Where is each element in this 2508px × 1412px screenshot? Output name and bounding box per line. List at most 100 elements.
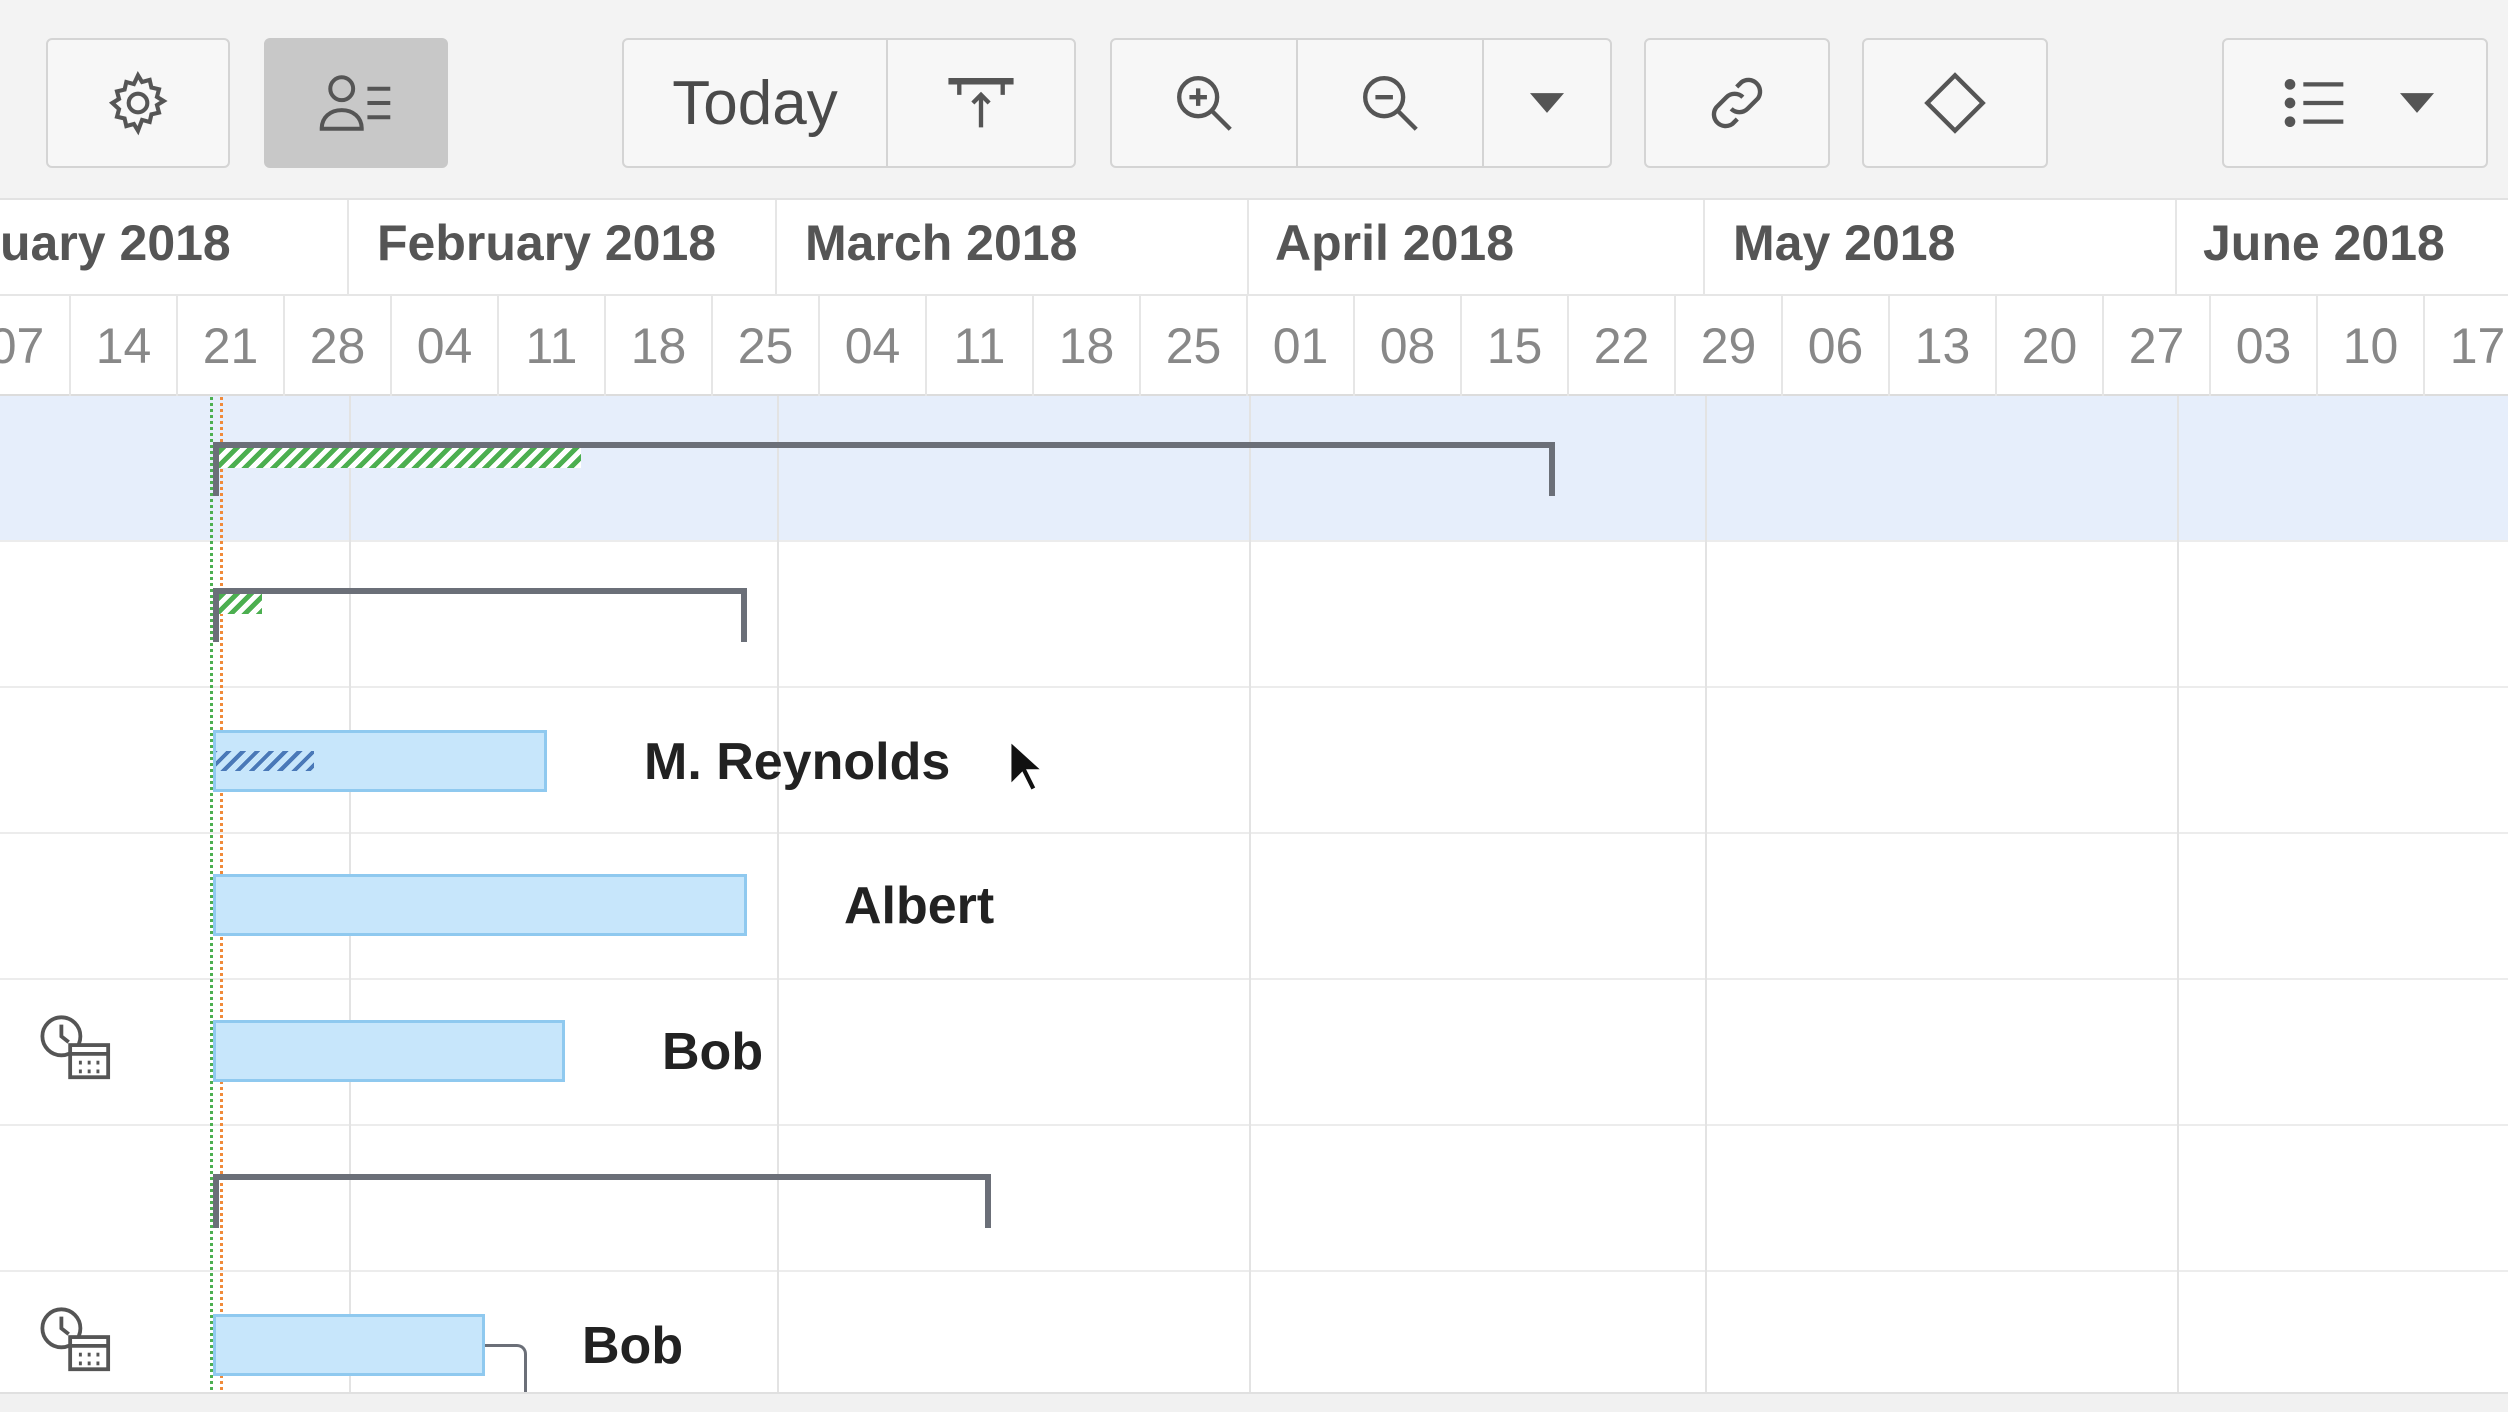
zoom-out-button[interactable] [1298, 40, 1484, 166]
week-cell: 08 [1355, 296, 1462, 396]
week-cell: 17 [2425, 296, 2508, 396]
month-cell: March 2018 [777, 200, 1249, 296]
zoom-in-button[interactable] [1112, 40, 1298, 166]
month-cell: February 2018 [349, 200, 777, 296]
week-label: 03 [2235, 318, 2292, 374]
horizontal-scrollbar[interactable] [0, 1392, 2508, 1412]
week-cell: 01 [1248, 296, 1355, 396]
week-label: 11 [525, 318, 578, 374]
week-label: 06 [1807, 318, 1864, 374]
week-cell: 06 [1783, 296, 1890, 396]
week-label: 18 [1058, 318, 1115, 374]
week-cell: 25 [713, 296, 820, 396]
today-button[interactable]: Today [624, 40, 888, 166]
week-label: 15 [1486, 318, 1543, 374]
month-scale: uary 2018 February 2018 March 2018 April… [0, 200, 2508, 296]
month-label: June 2018 [2203, 215, 2445, 271]
week-cell: 18 [606, 296, 713, 396]
month-cell: uary 2018 [0, 200, 349, 296]
week-cell: 11 [499, 296, 606, 396]
task-bar[interactable] [213, 1020, 565, 1082]
task-progress [216, 733, 314, 789]
week-cell: 13 [1890, 296, 1997, 396]
week-cell: 21 [178, 296, 285, 396]
gantt-chart-area: M. Reynolds Albert Bob Bob [0, 396, 2508, 1392]
week-cell: 25 [1141, 296, 1248, 396]
week-label: 20 [2021, 318, 2078, 374]
week-cell: 29 [1676, 296, 1783, 396]
clock-calendar-icon [38, 1304, 114, 1381]
week-cell: 14 [71, 296, 178, 396]
timeline-header: uary 2018 February 2018 March 2018 April… [0, 200, 2508, 396]
month-label: May 2018 [1733, 215, 1956, 271]
mouse-cursor-icon [1007, 738, 1046, 799]
week-label: 07 [0, 318, 45, 374]
dependency-link[interactable] [485, 1344, 527, 1392]
user-list-icon [316, 68, 396, 138]
week-cell: 04 [392, 296, 499, 396]
task-bar[interactable] [213, 874, 747, 936]
week-label: 28 [309, 318, 366, 374]
week-cell: 10 [2318, 296, 2425, 396]
caret-down-icon [1530, 93, 1564, 113]
month-cell: May 2018 [1705, 200, 2177, 296]
week-label: 11 [953, 318, 1006, 374]
week-label: 17 [2449, 318, 2506, 374]
week-cell: 03 [2211, 296, 2318, 396]
week-label: 21 [202, 318, 259, 374]
month-label: uary 2018 [0, 215, 231, 271]
month-gridline [1249, 396, 1251, 1392]
week-cell: 28 [285, 296, 392, 396]
list-icon [2282, 75, 2346, 131]
month-cell: June 2018 [2177, 200, 2508, 296]
list-options-button[interactable] [2222, 38, 2488, 168]
week-cell: 20 [1997, 296, 2104, 396]
zoom-dropdown-button[interactable] [1484, 40, 1610, 166]
week-label: 04 [416, 318, 473, 374]
scroll-to-task-button[interactable] [888, 40, 1074, 166]
week-cell: 27 [2104, 296, 2211, 396]
link-icon [1702, 68, 1772, 138]
diamond-icon [1920, 68, 1990, 138]
week-label: 29 [1700, 318, 1757, 374]
scroll-to-task-icon [943, 73, 1019, 133]
week-label: 04 [844, 318, 901, 374]
gear-icon [103, 68, 173, 138]
gantt-toolbar: Today [0, 0, 2508, 200]
today-label: Today [672, 68, 838, 138]
summary-progress [219, 594, 262, 614]
week-label: 14 [95, 318, 152, 374]
link-tasks-button[interactable] [1644, 38, 1830, 168]
month-label: March 2018 [805, 215, 1078, 271]
week-label: 18 [630, 318, 687, 374]
today-button-group: Today [622, 38, 1076, 168]
week-label: 25 [737, 318, 794, 374]
month-cell: April 2018 [1249, 200, 1705, 296]
month-label: February 2018 [377, 215, 717, 271]
zoom-out-icon [1355, 68, 1425, 138]
task-bar[interactable] [213, 730, 547, 792]
month-label: April 2018 [1275, 215, 1515, 271]
week-cell: 07 [0, 296, 71, 396]
task-assignee-label: Bob [662, 1023, 764, 1081]
add-milestone-button[interactable] [1862, 38, 2048, 168]
week-label: 25 [1165, 318, 1222, 374]
summary-task-bar[interactable] [213, 1174, 991, 1228]
week-cell: 15 [1462, 296, 1569, 396]
month-gridline [1705, 396, 1707, 1392]
caret-down-icon [2400, 93, 2434, 113]
week-label: 27 [2128, 318, 2185, 374]
zoom-button-group [1110, 38, 1612, 168]
week-cell: 04 [820, 296, 927, 396]
resource-view-button[interactable] [264, 38, 448, 168]
week-label: 01 [1272, 318, 1329, 374]
summary-progress [219, 448, 581, 468]
settings-button[interactable] [46, 38, 230, 168]
summary-task-bar[interactable] [213, 588, 747, 642]
task-bar[interactable] [213, 1314, 485, 1376]
month-gridline [777, 396, 779, 1392]
clock-calendar-icon [38, 1012, 114, 1089]
week-cell: 22 [1569, 296, 1676, 396]
week-scale: 07 14 21 28 04 11 18 25 04 11 18 25 01 08 15 22 29 06 13 20… [0, 296, 2508, 396]
week-cell: 11 [927, 296, 1034, 396]
